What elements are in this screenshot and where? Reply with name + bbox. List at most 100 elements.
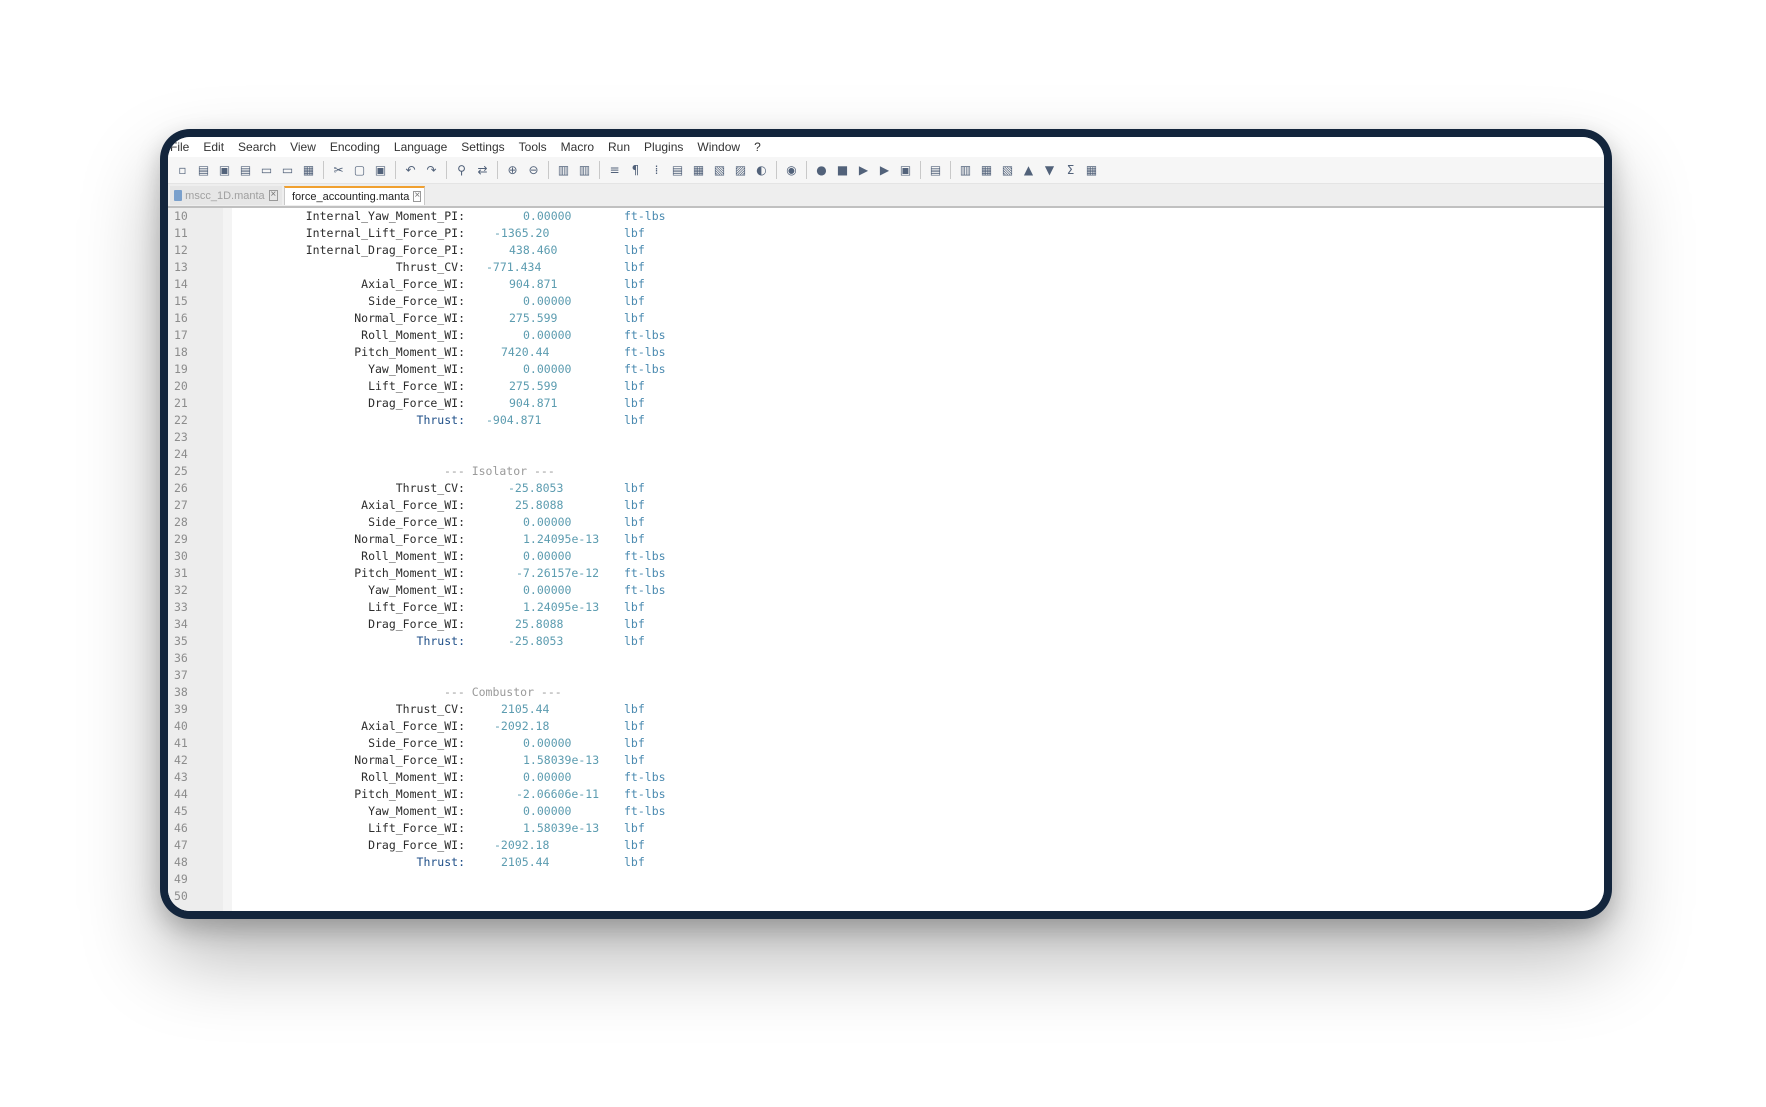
- field-unit: lbf: [624, 413, 645, 427]
- function-list-icon[interactable]: ▧: [711, 162, 728, 179]
- menu-run[interactable]: Run: [601, 140, 637, 154]
- close-tab-icon[interactable]: ×: [413, 191, 422, 202]
- code-line: 17 Roll_Moment_WI: 0.00000 ft-lbs: [168, 327, 1604, 344]
- field-value: 275.599: [509, 379, 558, 393]
- field-label: Side_Force_WI:: [368, 294, 465, 308]
- arrow-up-icon[interactable]: ▲: [1020, 162, 1037, 179]
- code-line: 28 Side_Force_WI: 0.00000 lbf: [168, 514, 1604, 531]
- save-icon[interactable]: ▣: [216, 162, 233, 179]
- menu-macro[interactable]: Macro: [554, 140, 601, 154]
- play-macro-icon[interactable]: ▶: [855, 162, 872, 179]
- menu-settings[interactable]: Settings: [454, 140, 511, 154]
- field-unit: lbf: [624, 719, 645, 733]
- field-value: 2105.44: [501, 702, 550, 716]
- line-number: 14: [174, 277, 188, 291]
- close-all-icon[interactable]: ▭: [279, 162, 296, 179]
- line-number: 31: [174, 566, 188, 580]
- indent-guide-icon[interactable]: ⁞: [648, 162, 665, 179]
- show-all-chars-icon[interactable]: ¶: [627, 162, 644, 179]
- sync-v-icon[interactable]: ▥: [555, 162, 572, 179]
- menu-window[interactable]: Window: [690, 140, 747, 154]
- field-unit: ft-lbs: [624, 549, 666, 563]
- arrow-down-icon[interactable]: ▼: [1041, 162, 1058, 179]
- line-number: 16: [174, 311, 188, 325]
- menu-help[interactable]: ?: [747, 140, 768, 154]
- stop-record-icon[interactable]: ■: [834, 162, 851, 179]
- code-line: 33 Lift_Force_WI: 1.24095e-13 lbf: [168, 599, 1604, 616]
- toolbar-separator: [446, 161, 447, 179]
- replace-icon[interactable]: ⇄: [474, 162, 491, 179]
- field-value: 1.58039e-13: [523, 753, 600, 767]
- menu-tools[interactable]: Tools: [512, 140, 554, 154]
- toolbar-separator: [950, 161, 951, 179]
- code-line: 25 --- Isolator ---: [168, 463, 1604, 480]
- open-file-icon[interactable]: ▤: [195, 162, 212, 179]
- field-unit: lbf: [624, 532, 645, 546]
- paste-icon[interactable]: ▣: [372, 162, 389, 179]
- field-value: 1.24095e-13: [523, 532, 600, 546]
- menu-encoding[interactable]: Encoding: [323, 140, 387, 154]
- folder-workspace-icon[interactable]: ▨: [732, 162, 749, 179]
- field-label: Internal_Yaw_Moment_PI:: [305, 209, 465, 223]
- field-value: 904.871: [509, 277, 558, 291]
- close-icon[interactable]: ▭: [258, 162, 275, 179]
- save-all-icon[interactable]: ▤: [237, 162, 254, 179]
- undo-icon[interactable]: ↶: [402, 162, 419, 179]
- record-macro-icon[interactable]: ●: [813, 162, 830, 179]
- print-icon[interactable]: ▦: [300, 162, 317, 179]
- menu-edit[interactable]: Edit: [196, 140, 231, 154]
- compare-icon[interactable]: ▧: [999, 162, 1016, 179]
- sum-icon[interactable]: Σ: [1062, 162, 1079, 179]
- tab-force-accounting[interactable]: force_accounting.manta ×: [284, 186, 425, 205]
- code-line: 32 Yaw_Moment_WI: 0.00000 ft-lbs: [168, 582, 1604, 599]
- field-unit: lbf: [624, 498, 645, 512]
- run-macro-multiple-icon[interactable]: ▶: [876, 162, 893, 179]
- field-label: Thrust:: [416, 634, 465, 648]
- word-wrap-icon[interactable]: ≡: [606, 162, 623, 179]
- line-number: 19: [174, 362, 188, 376]
- code-line: 18 Pitch_Moment_WI: 7420.44 ft-lbs: [168, 344, 1604, 361]
- menu-view[interactable]: View: [283, 140, 323, 154]
- menu-plugins[interactable]: Plugins: [637, 140, 690, 154]
- close-tab-icon[interactable]: ×: [268, 190, 278, 201]
- field-label: Roll_Moment_WI:: [361, 549, 465, 563]
- line-number: 38: [174, 685, 188, 699]
- field-label: Normal_Force_WI:: [354, 311, 465, 325]
- tab-mscc-1d[interactable]: mscc_1D.manta ×: [170, 186, 282, 205]
- panel-icon[interactable]: ▥: [957, 162, 974, 179]
- code-line: 22 Thrust: -904.871 lbf: [168, 412, 1604, 429]
- field-value: 0.00000: [523, 515, 572, 529]
- line-number: 47: [174, 838, 188, 852]
- field-value: 1.24095e-13: [523, 600, 600, 614]
- zoom-in-icon[interactable]: ⊕: [504, 162, 521, 179]
- copy-icon[interactable]: ▢: [351, 162, 368, 179]
- app-window: File Edit Search View Encoding Language …: [168, 137, 1604, 911]
- lang-icon[interactable]: ▤: [669, 162, 686, 179]
- grid-icon[interactable]: ▦: [1083, 162, 1100, 179]
- code-line: 26 Thrust_CV: -25.8053 lbf: [168, 480, 1604, 497]
- clipboard-history-icon[interactable]: ▤: [927, 162, 944, 179]
- device-frame: File Edit Search View Encoding Language …: [160, 129, 1612, 919]
- zoom-out-icon[interactable]: ⊖: [525, 162, 542, 179]
- save-macro-icon[interactable]: ▣: [897, 162, 914, 179]
- view-icon[interactable]: ◉: [783, 162, 800, 179]
- menu-search[interactable]: Search: [231, 140, 283, 154]
- field-label: Side_Force_WI:: [368, 736, 465, 750]
- menu-language[interactable]: Language: [387, 140, 454, 154]
- field-unit: ft-lbs: [624, 345, 666, 359]
- field-unit: lbf: [624, 294, 645, 308]
- monitor-icon[interactable]: ◐: [753, 162, 770, 179]
- field-unit: lbf: [624, 277, 645, 291]
- doc-map-icon[interactable]: ▦: [690, 162, 707, 179]
- field-value: -2092.18: [494, 838, 550, 852]
- columns-icon[interactable]: ▦: [978, 162, 995, 179]
- text-editor[interactable]: 10 Internal_Yaw_Moment_PI: 0.00000 ft-lbs 11…: [168, 208, 1604, 911]
- find-icon[interactable]: ⚲: [453, 162, 470, 179]
- new-file-icon[interactable]: ▫: [174, 162, 191, 179]
- redo-icon[interactable]: ↷: [423, 162, 440, 179]
- field-label: Pitch_Moment_WI:: [354, 787, 465, 801]
- sync-h-icon[interactable]: ▥: [576, 162, 593, 179]
- field-unit: lbf: [624, 855, 645, 869]
- menu-file[interactable]: File: [168, 140, 196, 154]
- cut-icon[interactable]: ✂: [330, 162, 347, 179]
